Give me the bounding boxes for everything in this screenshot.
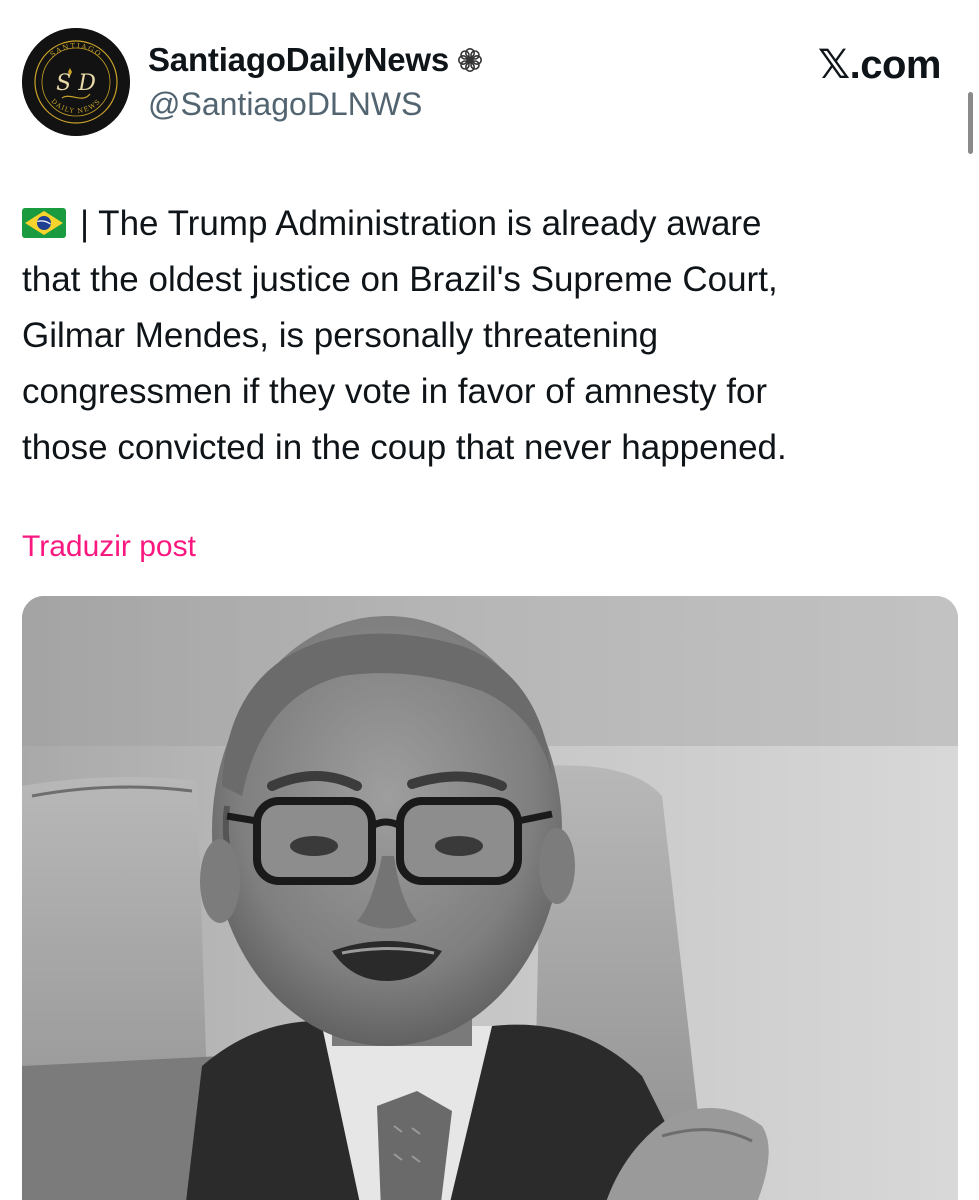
post-line: | The Trump Administration is already aw…	[22, 196, 952, 252]
brazil-flag-icon	[22, 199, 66, 238]
post-line-text: | The Trump Administration is already aw…	[80, 204, 762, 243]
post-line: that the oldest justice on Brazil's Supr…	[22, 260, 778, 299]
post-line: congressmen if they vote in favor of amn…	[22, 372, 768, 411]
post-line: Gilmar Mendes, is personally threatening	[22, 316, 659, 355]
post-photo[interactable]	[22, 596, 958, 1200]
flower-icon	[455, 45, 485, 75]
display-name[interactable]: SantiagoDailyNews	[148, 41, 449, 79]
avatar[interactable]: SANTIAGO DAILY NEWS S D	[22, 28, 130, 136]
display-name-row[interactable]: SantiagoDailyNews	[148, 38, 485, 82]
scrollbar[interactable]	[965, 0, 979, 1200]
avatar-monogram: S D	[56, 71, 96, 96]
post-screenshot: SANTIAGO DAILY NEWS S D SantiagoDailyNew…	[0, 0, 979, 1200]
post-text: | The Trump Administration is already aw…	[22, 196, 952, 476]
user-handle[interactable]: @SantiagoDLNWS	[148, 86, 422, 123]
translate-post-link[interactable]: Traduzir post	[22, 530, 196, 564]
x-com-brand: 𝕏.com	[817, 43, 942, 87]
scrollbar-thumb[interactable]	[968, 92, 973, 154]
portrait-photo-image	[22, 596, 958, 1200]
post-line: those convicted in the coup that never h…	[22, 428, 787, 467]
santiago-daily-news-logo-icon: SANTIAGO DAILY NEWS S D	[22, 28, 130, 136]
